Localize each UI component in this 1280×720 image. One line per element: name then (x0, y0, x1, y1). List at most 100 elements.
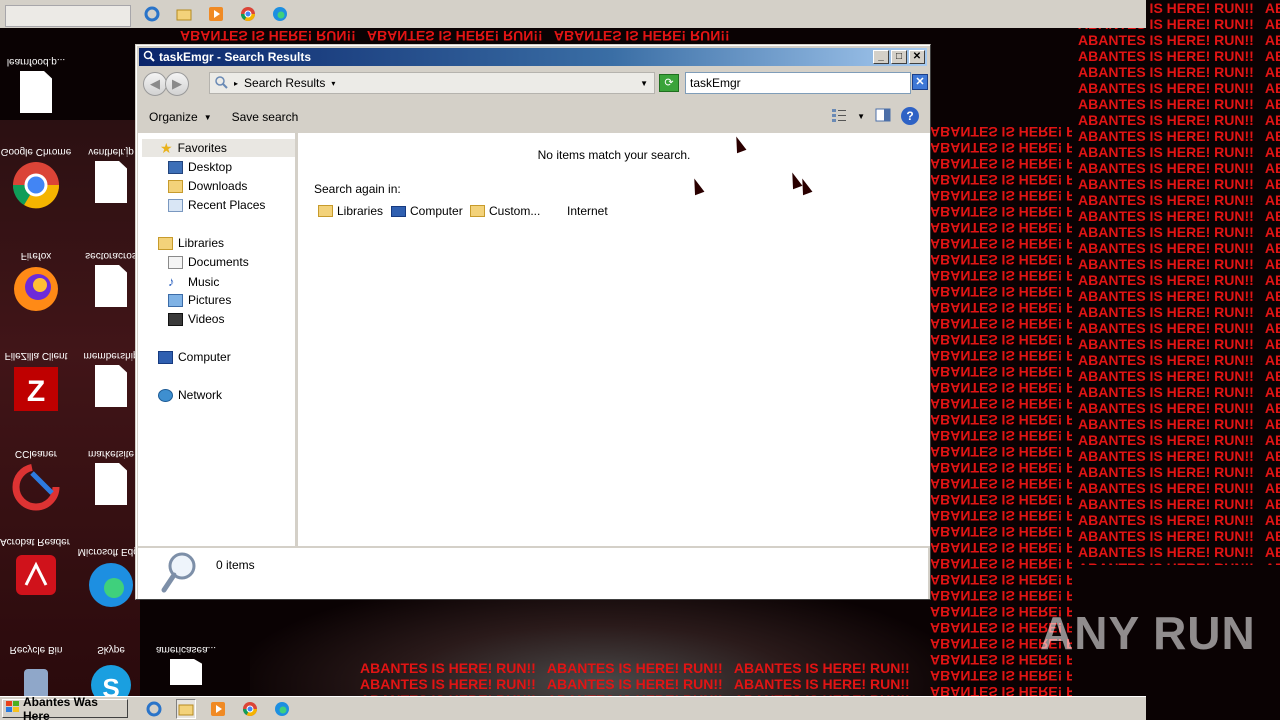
chevron-down-icon[interactable]: ▼ (857, 112, 865, 121)
chrome-icon[interactable] (238, 4, 258, 24)
wallpaper-text-right: ABANTES IS HERE! RUN!! ABANTES IS HERE! … (1078, 0, 1280, 565)
chrome-icon[interactable] (240, 699, 260, 719)
help-icon[interactable]: ? (901, 107, 919, 125)
edge-icon[interactable] (272, 699, 292, 719)
navigation-pane: ★ Favorites Desktop Downloads Recent Pla… (138, 133, 295, 546)
nav-pictures[interactable]: Pictures (168, 293, 231, 307)
ccleaner-icon (12, 463, 60, 511)
location-label: Libraries (337, 204, 384, 218)
clear-search-button[interactable]: ✕ (912, 74, 928, 90)
refresh-button[interactable]: ⟳ (659, 74, 679, 92)
ie-icon[interactable] (144, 699, 164, 719)
organize-label: Organize (149, 110, 198, 124)
back-button[interactable]: ◀ (143, 72, 167, 96)
taskbar-quick-launch (144, 699, 292, 719)
save-search-button[interactable]: Save search (222, 110, 309, 124)
view-details-icon[interactable] (831, 108, 847, 125)
search-icon (214, 75, 228, 92)
nav-label: Desktop (188, 160, 233, 174)
media-player-icon[interactable] (208, 699, 228, 719)
desktop-icon (168, 160, 183, 174)
window-titlebar[interactable]: taskEmgr - Search Results _ □ ✕ (139, 48, 927, 66)
arrow-right-icon: ▶ (172, 76, 182, 91)
desktop-icon-firefox[interactable]: Firefox (0, 250, 72, 313)
close-icon: ✕ (915, 76, 925, 88)
address-text[interactable]: Search Results (244, 76, 325, 90)
wallpaper-text-bottom: ABANTES IS HERE! RUN!! ABANTES IS HERE! … (360, 660, 910, 696)
desktop-icon-ccleaner[interactable]: CCleaner (0, 448, 72, 511)
organize-button[interactable]: Organize ▼ (139, 110, 222, 124)
firefox-icon (12, 265, 60, 313)
search-again-libraries[interactable]: Libraries (318, 204, 383, 218)
preview-pane-icon[interactable] (875, 108, 891, 125)
search-folder-icon (143, 50, 155, 65)
chrome-icon (12, 161, 60, 209)
chevron-right-icon[interactable]: ▸ (234, 79, 238, 88)
address-field[interactable]: ▸ Search Results ▾ ▼ (209, 72, 655, 94)
nav-label: Network (178, 388, 223, 402)
nav-music[interactable]: ♪ Music (168, 274, 219, 289)
computer-icon (391, 205, 406, 217)
refresh-icon: ⟳ (664, 77, 674, 89)
minimize-button[interactable]: _ (873, 50, 889, 64)
start-label: Abantes Was Here (23, 694, 98, 720)
nav-documents[interactable]: Documents (168, 255, 249, 269)
desktop-icon-label: Acrobat Reader DC (0, 536, 72, 547)
explorer-window: taskEmgr - Search Results _ □ ✕ ◀ ▶ ▸ Se… (135, 44, 931, 600)
desktop-icon-file-learnfood[interactable]: learnfood.p... (0, 56, 72, 119)
nav-label: Libraries (178, 236, 225, 250)
search-again-custom[interactable]: Custom... (470, 204, 540, 218)
edge-icon[interactable] (270, 4, 290, 24)
nav-label: Computer (178, 350, 231, 364)
filezilla-icon: Z (12, 365, 60, 413)
chevron-down-icon[interactable]: ▾ (331, 79, 335, 88)
details-pane: 0 items (138, 548, 928, 599)
magnifier-icon (160, 550, 200, 597)
nav-favorites[interactable]: ★ Favorites (142, 139, 295, 157)
search-again-internet[interactable]: Internet (567, 204, 608, 218)
explorer-folder-icon[interactable] (176, 699, 196, 719)
forward-button[interactable]: ▶ (165, 72, 189, 96)
libraries-icon (318, 205, 333, 217)
custom-folder-icon (470, 205, 485, 217)
media-player-icon[interactable] (206, 4, 226, 24)
nav-label: Pictures (188, 293, 232, 307)
nav-videos[interactable]: Videos (168, 312, 224, 326)
desktop-icon-chrome[interactable]: Google Chrome (0, 146, 72, 209)
anyrun-watermark: ANY RUN (1040, 606, 1256, 660)
nav-libraries[interactable]: Libraries (158, 236, 224, 250)
window-title: taskEmgr - Search Results (159, 50, 312, 64)
nav-downloads[interactable]: Downloads (168, 179, 247, 193)
desktop-icon-acrobat[interactable]: Acrobat Reader DC (0, 536, 72, 599)
search-input[interactable]: taskEmgr (685, 72, 911, 94)
window-controls: _ □ ✕ (873, 50, 925, 64)
computer-icon (158, 350, 173, 364)
document-icon (87, 463, 135, 511)
ie-icon[interactable] (142, 4, 162, 24)
documents-icon (168, 255, 183, 269)
nav-label: Favorites (177, 141, 227, 155)
libraries-icon (158, 236, 173, 250)
network-icon (158, 388, 173, 402)
location-label: Computer (410, 204, 463, 218)
close-button[interactable]: ✕ (909, 50, 925, 64)
nav-recent-places[interactable]: Recent Places (168, 198, 265, 212)
star-icon: ★ (160, 139, 173, 156)
address-dropdown-icon[interactable]: ▼ (640, 79, 648, 88)
document-icon (87, 365, 135, 413)
taskbar: Abantes Was Here (0, 695, 1146, 720)
nav-label: Documents (188, 255, 249, 269)
nav-network[interactable]: Network (158, 388, 222, 402)
explorer-folder-icon[interactable] (174, 4, 194, 24)
nav-computer[interactable]: Computer (158, 350, 231, 364)
blank-field[interactable] (5, 5, 131, 27)
desktop-icon-label: FileZilla Client (4, 350, 68, 361)
start-button[interactable]: Abantes Was Here (2, 695, 128, 720)
nav-label: Music (188, 274, 220, 289)
results-pane: No items match your search. Search again… (298, 133, 930, 546)
music-icon: ♪ (168, 274, 175, 289)
search-again-computer[interactable]: Computer (391, 204, 463, 218)
maximize-button[interactable]: □ (891, 50, 907, 64)
desktop-icon-filezilla[interactable]: FileZilla Client Z (0, 350, 72, 413)
nav-desktop[interactable]: Desktop (168, 160, 232, 174)
